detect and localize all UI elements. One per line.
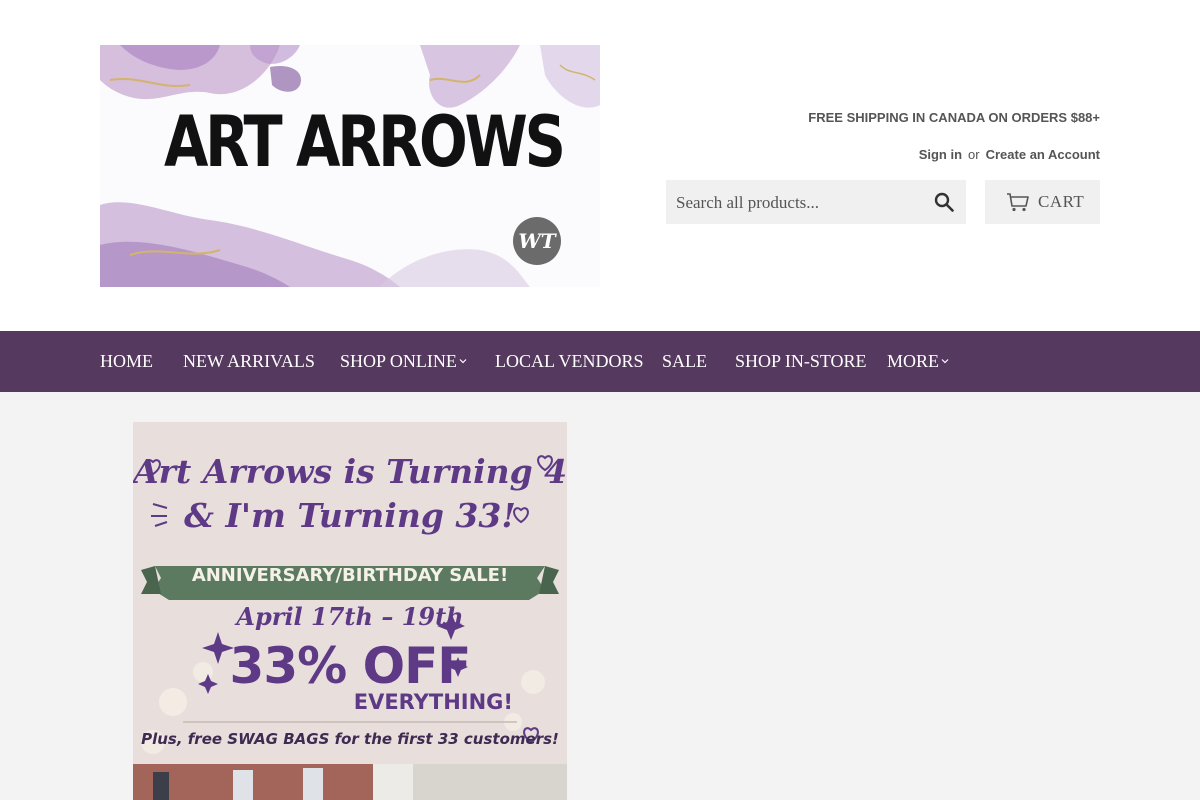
banner-discount-sub: EVERYTHING! bbox=[353, 690, 513, 714]
nav-item-home[interactable]: HOME bbox=[100, 351, 153, 372]
site-header: ART ARROWS WT FREE SHIPPING IN CANADA ON… bbox=[0, 0, 1200, 331]
banner-title-line1: Art Arrows is Turning 4... bbox=[133, 452, 567, 491]
create-account-link[interactable]: Create an Account bbox=[986, 147, 1100, 162]
banner-dates: April 17th – 19th bbox=[236, 602, 464, 631]
nav-item-local-vendors[interactable]: LOCAL VENDORS bbox=[495, 351, 644, 372]
banner-ribbon-text: ANNIVERSARY/BIRTHDAY SALE! bbox=[191, 565, 509, 586]
search-input[interactable] bbox=[676, 192, 916, 214]
search-form bbox=[666, 180, 966, 224]
search-icon[interactable] bbox=[934, 192, 954, 212]
nav-item-shop-in-store[interactable]: SHOP IN-STORE bbox=[735, 351, 867, 372]
logo-wordmark: ART ARROWS bbox=[164, 101, 566, 183]
or-separator: or bbox=[968, 147, 980, 162]
chevron-down-icon bbox=[459, 359, 467, 364]
banner-discount: 33% OFF bbox=[229, 637, 472, 695]
sign-in-link[interactable]: Sign in bbox=[919, 147, 962, 162]
cart-label: CART bbox=[1038, 192, 1085, 211]
nav-item-more[interactable]: MORE bbox=[887, 351, 949, 372]
nav-item-shop-online-label: SHOP ONLINE bbox=[340, 351, 457, 371]
nav-item-sale[interactable]: SALE bbox=[662, 351, 707, 372]
banner-swag-note: Plus, free SWAG BAGS for the first 33 cu… bbox=[141, 730, 559, 748]
nav-item-shop-online[interactable]: SHOP ONLINE bbox=[340, 351, 467, 372]
cart-icon bbox=[1007, 193, 1029, 212]
chevron-down-icon bbox=[941, 359, 949, 364]
cart-button[interactable]: CART bbox=[985, 180, 1100, 224]
nav-item-new-arrivals[interactable]: NEW ARRIVALS bbox=[183, 351, 315, 372]
logo-badge: WT bbox=[513, 217, 561, 265]
site-logo[interactable]: ART ARROWS WT bbox=[100, 45, 600, 287]
shipping-notice: FREE SHIPPING IN CANADA ON ORDERS $88+ bbox=[808, 110, 1100, 125]
banner-title-line2: & I'm Turning 33! bbox=[184, 496, 516, 535]
main-nav: HOME NEW ARRIVALS SHOP ONLINE LOCAL VEND… bbox=[0, 331, 1200, 392]
account-links: Sign in or Create an Account bbox=[919, 147, 1100, 162]
nav-item-more-label: MORE bbox=[887, 351, 940, 371]
promo-banner[interactable]: Art Arrows is Turning 4... & I'm Turning… bbox=[133, 422, 567, 800]
